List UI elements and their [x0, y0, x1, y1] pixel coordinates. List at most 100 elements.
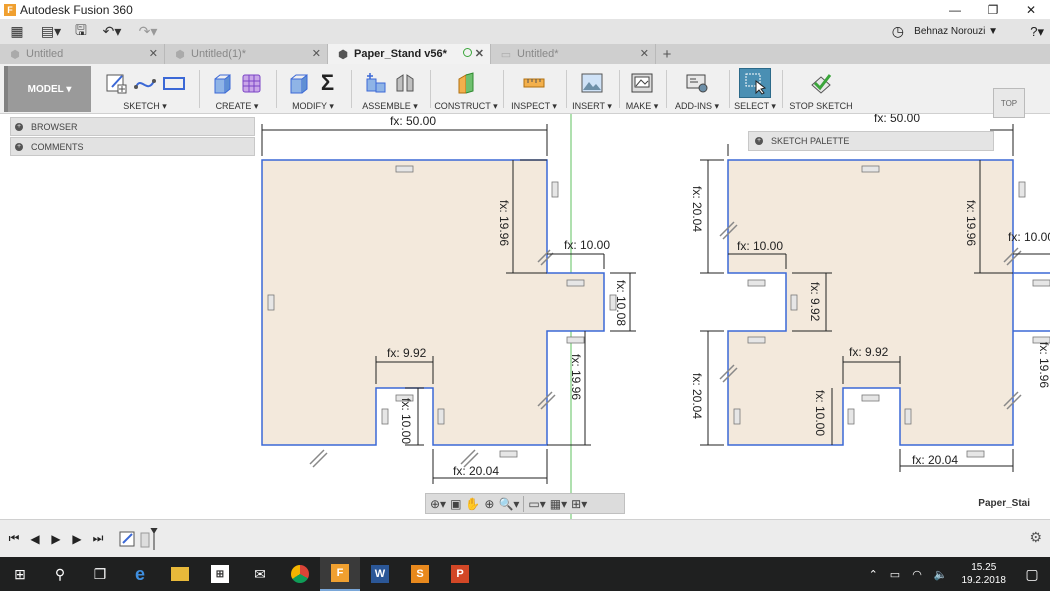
- step-forward-icon[interactable]: ▶: [67, 529, 87, 549]
- look-at-icon[interactable]: ▣: [450, 497, 461, 511]
- windows-start-icon[interactable]: ⊞: [0, 557, 40, 591]
- task-view-icon[interactable]: ❐: [80, 557, 120, 591]
- data-panel-grid-icon[interactable]: ▦: [0, 19, 34, 44]
- tab-untitled-2[interactable]: ▭ Untitled* ✕: [491, 44, 656, 64]
- chrome-icon[interactable]: [280, 557, 320, 591]
- scripts-add-ins-icon[interactable]: [684, 70, 710, 96]
- sublime-icon[interactable]: S: [400, 557, 440, 591]
- extrude-icon[interactable]: [210, 70, 236, 96]
- viewports-icon[interactable]: ⊞▾: [571, 497, 587, 511]
- rectangle-icon[interactable]: [161, 70, 187, 96]
- add-ins-group[interactable]: ADD-INS ▾: [669, 66, 725, 112]
- zoom-icon[interactable]: 🔍▾: [498, 497, 519, 511]
- create-sketch-icon[interactable]: [103, 70, 129, 96]
- document-name-label: Paper_Stai: [978, 498, 1030, 509]
- redo-icon[interactable]: ↷▾: [130, 19, 166, 44]
- make-group[interactable]: MAKE ▾: [622, 66, 662, 112]
- spline-icon[interactable]: [132, 70, 158, 96]
- sketch-palette-panel[interactable]: + SKETCH PALETTE: [748, 131, 994, 151]
- modify-group[interactable]: Σ MODIFY ▾: [279, 66, 347, 112]
- display-settings-icon[interactable]: ▭▾: [528, 497, 545, 511]
- mail-icon[interactable]: ✉: [240, 557, 280, 591]
- new-tab-plus-icon[interactable]: +: [656, 44, 678, 64]
- minimize-icon[interactable]: —: [936, 0, 974, 19]
- stop-sketch-check-icon[interactable]: [808, 70, 834, 96]
- close-icon[interactable]: ✕: [1012, 0, 1050, 19]
- new-component-icon[interactable]: [363, 70, 389, 96]
- horizontal-constraint-glyph: [566, 336, 585, 344]
- comments-row[interactable]: + COMMENTS: [10, 137, 255, 156]
- help-icon[interactable]: ?▾: [1030, 19, 1044, 44]
- create-form-icon[interactable]: [239, 70, 265, 96]
- offset-plane-icon[interactable]: [453, 70, 479, 96]
- close-tab-icon[interactable]: ✕: [475, 47, 484, 60]
- dim-left-notch-width: fx: 10.00: [564, 238, 610, 252]
- sketch-group[interactable]: SKETCH ▾: [95, 66, 195, 112]
- search-icon[interactable]: ⚲: [40, 557, 80, 591]
- select-group[interactable]: SELECT ▾: [732, 66, 778, 112]
- close-tab-icon[interactable]: ✕: [312, 47, 321, 60]
- powerpoint-icon[interactable]: P: [440, 557, 480, 591]
- measure-ruler-icon[interactable]: [521, 70, 547, 96]
- browser-row[interactable]: + BROWSER: [10, 117, 255, 136]
- expand-plus-icon[interactable]: +: [15, 122, 23, 131]
- timeline-settings-gear-icon[interactable]: ⚙: [1029, 529, 1042, 546]
- file-explorer-icon[interactable]: [160, 557, 200, 591]
- go-to-start-icon[interactable]: ⏮: [4, 529, 24, 549]
- assemble-group[interactable]: ASSEMBLE ▾: [354, 66, 426, 112]
- pan-hand-icon[interactable]: ✋: [465, 497, 480, 511]
- edge-browser-icon[interactable]: e: [120, 557, 160, 591]
- create-group[interactable]: CREATE ▾: [202, 66, 272, 112]
- restore-icon[interactable]: ❐: [974, 0, 1012, 19]
- battery-icon[interactable]: ▭: [890, 568, 900, 581]
- job-status-clock-icon[interactable]: ◷: [892, 19, 904, 44]
- wifi-icon[interactable]: ◠: [912, 568, 922, 581]
- inspect-group[interactable]: INSPECT ▾: [506, 66, 562, 112]
- volume-icon[interactable]: 🔈: [934, 568, 948, 581]
- workspace-switcher[interactable]: MODEL ▾: [4, 66, 91, 112]
- close-tab-icon[interactable]: ✕: [640, 47, 649, 60]
- user-account-menu[interactable]: Behnaz Norouzi ▼: [914, 19, 998, 44]
- step-back-icon[interactable]: ◀: [25, 529, 45, 549]
- undo-icon[interactable]: ↶▾: [94, 19, 130, 44]
- action-center-icon[interactable]: ▢: [1014, 566, 1050, 583]
- tab-untitled[interactable]: ⬢ Untitled ✕: [0, 44, 165, 64]
- expand-plus-icon[interactable]: +: [755, 137, 763, 145]
- tab-paper-stand[interactable]: ⬢ Paper_Stand v56* ✕: [328, 44, 491, 64]
- dim-right-slot-height: fx: 10.00: [813, 390, 827, 436]
- browser-panel: + BROWSER + COMMENTS: [10, 117, 255, 157]
- view-cube-face-label: TOP: [1000, 98, 1018, 108]
- toolbar-divider: [566, 70, 567, 108]
- dim-left-height-right-upper: fx: 19.96: [497, 200, 511, 246]
- select-group-label: SELECT ▾: [734, 101, 776, 111]
- insert-group[interactable]: INSERT ▾: [569, 66, 615, 112]
- store-icon[interactable]: ⊞: [200, 557, 240, 591]
- orbit-icon[interactable]: ⊕▾: [430, 497, 446, 511]
- 3d-print-icon[interactable]: [629, 70, 655, 96]
- sketch-drawing[interactable]: fx: 50.00 fx: 19.96 fx: 10.00 fx: 10.08 …: [0, 114, 1050, 519]
- grid-settings-icon[interactable]: ▦▾: [550, 497, 567, 511]
- press-pull-icon[interactable]: [286, 70, 312, 96]
- view-cube[interactable]: TOP: [993, 88, 1025, 118]
- zoom-window-icon[interactable]: ⊕: [484, 497, 494, 511]
- insert-image-icon[interactable]: [579, 70, 605, 96]
- play-icon[interactable]: ▶: [46, 529, 66, 549]
- close-tab-icon[interactable]: ✕: [149, 47, 158, 60]
- construct-group[interactable]: CONSTRUCT ▾: [433, 66, 499, 112]
- timeline-sketch-feature-icon[interactable]: [118, 529, 138, 549]
- word-icon[interactable]: W: [360, 557, 400, 591]
- clock[interactable]: 15.25 19.2.2018: [962, 561, 1007, 587]
- parameters-sigma-icon[interactable]: Σ: [315, 70, 341, 96]
- file-menu-icon[interactable]: ▤▾: [34, 19, 68, 44]
- fusion-taskbar-icon[interactable]: F: [320, 557, 360, 591]
- expand-plus-icon[interactable]: +: [15, 142, 23, 151]
- select-cursor-icon[interactable]: [739, 68, 771, 98]
- design-canvas[interactable]: fx: 50.00 fx: 19.96 fx: 10.00 fx: 10.08 …: [0, 114, 1050, 519]
- show-hidden-icons-icon[interactable]: ⌃: [869, 568, 878, 581]
- tab-untitled-1[interactable]: ⬢ Untitled(1)* ✕: [165, 44, 328, 64]
- stop-sketch-group[interactable]: STOP SKETCH: [786, 66, 856, 112]
- timeline-marker-icon[interactable]: [139, 527, 159, 550]
- save-icon[interactable]: 🖫: [68, 19, 94, 44]
- go-to-end-icon[interactable]: ⏭: [88, 529, 108, 549]
- joint-icon[interactable]: [392, 70, 418, 96]
